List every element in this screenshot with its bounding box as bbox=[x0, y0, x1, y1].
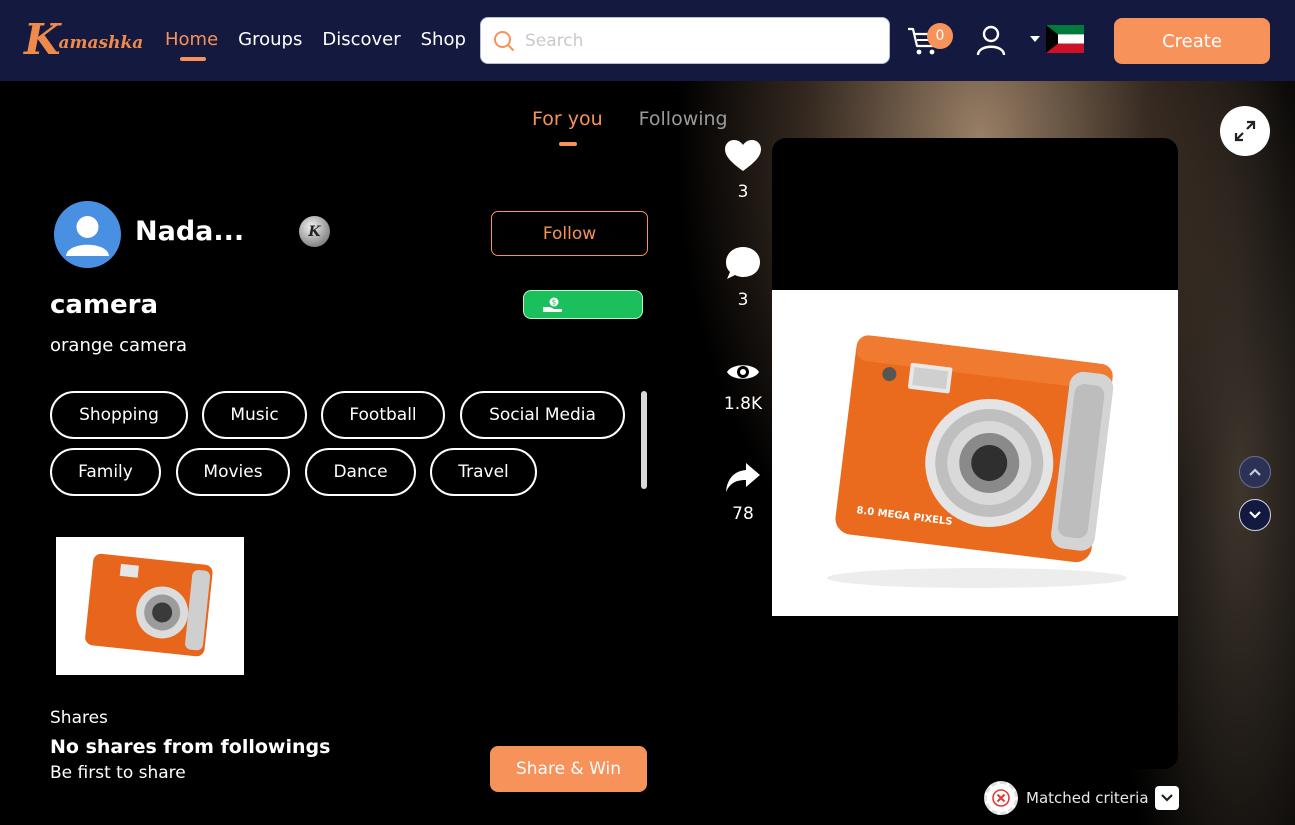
chevron-down-icon bbox=[1030, 36, 1040, 42]
post-description: orange camera bbox=[50, 335, 188, 356]
camera-thumbnail-image bbox=[56, 537, 244, 675]
svg-text:$: $ bbox=[552, 298, 556, 306]
matched-criteria-label: Matched criteria bbox=[1026, 789, 1149, 807]
like-action[interactable]: 3 bbox=[716, 140, 770, 202]
next-post-button[interactable] bbox=[1239, 499, 1271, 531]
post-thumbnail[interactable] bbox=[56, 537, 244, 675]
expand-icon bbox=[1234, 120, 1256, 142]
language-selector[interactable] bbox=[1030, 25, 1084, 53]
tag-travel[interactable]: Travel bbox=[430, 448, 537, 496]
shares-label: Shares bbox=[50, 708, 108, 728]
search-input[interactable] bbox=[525, 30, 865, 51]
share-win-button[interactable]: Share & Win bbox=[490, 746, 647, 792]
nav-discover[interactable]: Discover bbox=[322, 29, 400, 50]
reward-badge[interactable]: $ bbox=[523, 290, 643, 319]
post-image[interactable]: 8.0 MEGA PIXELS bbox=[772, 290, 1178, 616]
heart-icon bbox=[725, 140, 761, 171]
tag-family[interactable]: Family bbox=[50, 448, 161, 496]
chevron-down-icon bbox=[1249, 511, 1261, 519]
matched-criteria-toggle[interactable] bbox=[1154, 786, 1179, 810]
cart-count-badge: 0 bbox=[927, 23, 953, 49]
post-title: camera bbox=[50, 290, 159, 320]
chevron-up-icon bbox=[1249, 468, 1261, 476]
search-icon bbox=[494, 30, 514, 51]
kamashka-logo[interactable]: K amashka bbox=[24, 15, 143, 65]
logo-wordmark: amashka bbox=[58, 33, 144, 53]
verified-badge-icon: K bbox=[299, 216, 330, 247]
share-count: 78 bbox=[732, 504, 754, 524]
camera-image: 8.0 MEGA PIXELS bbox=[772, 290, 1178, 616]
shares-empty-text: No shares from followings bbox=[50, 736, 331, 758]
user-account-icon[interactable] bbox=[976, 24, 1006, 56]
tag-music[interactable]: Music bbox=[202, 391, 307, 439]
tags-scrollbar[interactable] bbox=[641, 391, 647, 489]
previous-post-button[interactable] bbox=[1239, 456, 1271, 488]
media-player[interactable]: 8.0 MEGA PIXELS bbox=[772, 138, 1178, 769]
eye-icon bbox=[727, 365, 759, 379]
search-bar bbox=[480, 17, 890, 64]
views-action: 1.8K bbox=[716, 360, 770, 414]
fullscreen-button[interactable] bbox=[1220, 106, 1270, 156]
kuwait-flag-icon bbox=[1046, 25, 1084, 53]
tab-following[interactable]: Following bbox=[639, 108, 728, 130]
tag-shopping[interactable]: Shopping bbox=[50, 391, 188, 439]
share-action[interactable]: 78 bbox=[716, 462, 770, 524]
default-user-icon bbox=[66, 216, 109, 256]
not-matched-icon bbox=[984, 781, 1018, 815]
chevron-down-icon bbox=[1160, 794, 1173, 802]
share-arrow-icon bbox=[726, 463, 760, 492]
comment-bubble-icon bbox=[726, 247, 760, 279]
shares-subtext: Be first to share bbox=[50, 763, 186, 783]
main-nav: Home Groups Discover Shop bbox=[165, 29, 466, 61]
author-name[interactable]: Nada... bbox=[135, 216, 244, 247]
follow-button[interactable]: Follow bbox=[491, 211, 648, 256]
like-count: 3 bbox=[737, 182, 749, 202]
matched-criteria: Matched criteria bbox=[984, 781, 1179, 815]
nav-shop[interactable]: Shop bbox=[421, 29, 466, 50]
tab-for-you[interactable]: For you bbox=[532, 108, 603, 146]
money-hand-icon: $ bbox=[543, 297, 562, 312]
author-avatar[interactable] bbox=[54, 201, 121, 268]
top-navbar: K amashka Home Groups Discover Shop 0 bbox=[0, 0, 1295, 81]
tag-football[interactable]: Football bbox=[321, 391, 445, 439]
tag-movies[interactable]: Movies bbox=[176, 448, 290, 496]
tag-dance[interactable]: Dance bbox=[305, 448, 416, 496]
nav-groups[interactable]: Groups bbox=[238, 29, 302, 50]
view-count: 1.8K bbox=[723, 394, 763, 414]
nav-home[interactable]: Home bbox=[165, 29, 218, 61]
feed-tabs: For you Following bbox=[532, 108, 728, 146]
tag-social-media[interactable]: Social Media bbox=[460, 391, 625, 439]
comment-action[interactable]: 3 bbox=[716, 246, 770, 310]
create-button[interactable]: Create bbox=[1114, 18, 1270, 64]
logo-initial: K bbox=[24, 15, 61, 64]
comment-count: 3 bbox=[737, 290, 749, 310]
